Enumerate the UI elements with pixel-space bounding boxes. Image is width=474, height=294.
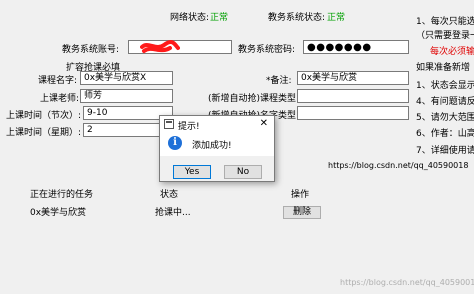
system-status-value: 正常 <box>327 13 346 23</box>
yes-button[interactable]: Yes <box>173 165 211 179</box>
instruction-line: 1、状态会显示 <box>416 81 474 91</box>
watermark: https://blog.csdn.net/qq_40590018 <box>340 278 474 287</box>
no-button[interactable]: No <box>224 165 262 179</box>
task-status: 抢课中... <box>155 208 191 218</box>
instruction-line: （只需要登录一 <box>416 31 474 41</box>
teacher-label: 上课老师: <box>40 94 80 104</box>
task-header: 正在进行的任务 <box>30 190 94 200</box>
instruction-line: 4、有问题请反 <box>416 97 474 107</box>
dialog-titlebar: 提示! ✕ <box>160 116 274 132</box>
instruction-line: 6、作者：山高 <box>416 129 474 139</box>
delete-button[interactable]: 删除 <box>283 206 321 219</box>
course-name-input[interactable]: 0x美学与欣赏X <box>80 71 173 85</box>
network-status-value: 正常 <box>210 13 229 23</box>
instruction-warning: 每次必须输 <box>430 47 474 57</box>
redaction-scribble <box>140 40 180 53</box>
blog-link[interactable]: https://blog.csdn.net/qq_40590018 <box>328 161 468 170</box>
app-icon <box>164 119 174 129</box>
system-status-label: 教务系统状态: <box>268 13 326 23</box>
password-input[interactable]: ●●●●●●● <box>303 40 409 54</box>
info-icon: i <box>168 136 182 150</box>
close-icon[interactable]: ✕ <box>260 118 268 129</box>
task-name: 0x美学与欣赏 <box>30 208 87 218</box>
note-input[interactable]: 0x美学与欣赏 <box>297 71 409 85</box>
status-header: 状态 <box>160 190 179 200</box>
time-section-label: 上课时间（节次）: <box>6 111 82 121</box>
network-status-label: 网络状态: <box>170 13 210 23</box>
dialog-body: i 添加成功! <box>160 132 274 156</box>
success-dialog: 提示! ✕ i 添加成功! Yes No <box>159 115 275 182</box>
dialog-title: 提示! <box>178 122 200 132</box>
password-label: 教务系统密码: <box>238 45 296 55</box>
instruction-line: 7、详细使用请 <box>416 146 474 156</box>
course-type-label: (新增自动抢)课程类型: <box>208 94 300 104</box>
teacher-input[interactable]: 师芳 <box>80 89 173 103</box>
instruction-line: 5、请勿大范围 <box>416 113 474 123</box>
note-label: *备注: <box>266 76 292 86</box>
course-type-input[interactable] <box>297 89 409 103</box>
name-type-input[interactable] <box>297 106 409 120</box>
dialog-message: 添加成功! <box>192 141 232 151</box>
action-header: 操作 <box>291 190 310 200</box>
course-name-label: 课程名字: <box>38 76 78 86</box>
instruction-line: 如果准备新增 <box>416 63 471 73</box>
account-label: 教务系统账号: <box>62 45 120 55</box>
instruction-line: 1、每次只能选 <box>416 17 474 27</box>
time-week-label: 上课时间（星期）: <box>6 128 82 138</box>
